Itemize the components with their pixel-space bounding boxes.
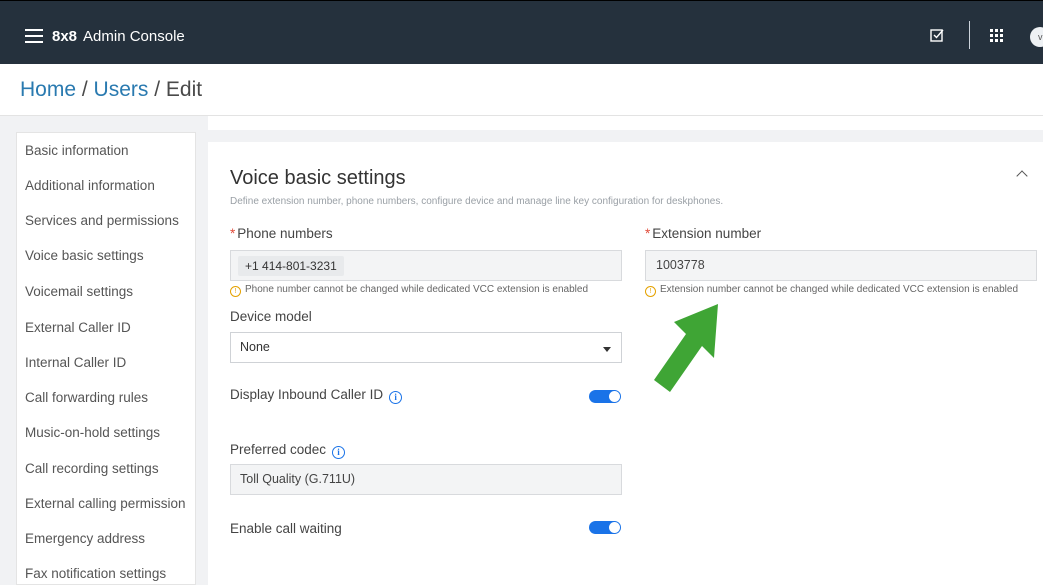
- top-bar: 8x8 Admin Console v: [0, 0, 1043, 64]
- sidebar-item-voice-basic-settings[interactable]: Voice basic settings: [25, 248, 144, 263]
- toggle-knob: [609, 391, 620, 402]
- warning-icon: !: [645, 286, 656, 297]
- phone-number-warning: ! Phone number cannot be changed while de…: [230, 284, 588, 297]
- breadcrumb-home[interactable]: Home: [20, 78, 76, 101]
- required-mark: *: [645, 226, 651, 241]
- breadcrumb-separator: /: [76, 78, 94, 101]
- sidebar-item-external-calling-permission[interactable]: External calling permission: [25, 496, 186, 511]
- sidebar-item-call-recording-settings[interactable]: Call recording settings: [25, 461, 159, 476]
- toggle-knob: [609, 522, 620, 533]
- display-inbound-caller-id-label: Display Inbound Caller ID i: [230, 387, 403, 404]
- extension-number-label: * Extension number: [645, 226, 761, 241]
- preferred-codec-label: Preferred codec i: [230, 442, 346, 459]
- extension-number-value: 1003778: [656, 258, 705, 272]
- warning-icon: !: [230, 286, 241, 297]
- dropdown-arrow-icon: [603, 347, 611, 352]
- section-title: Voice basic settings: [230, 167, 406, 189]
- brand-logo: 8x8: [52, 28, 78, 45]
- extension-number-field: 1003778: [645, 250, 1037, 281]
- avatar[interactable]: v: [1030, 27, 1043, 47]
- app-name: Admin Console: [83, 28, 185, 45]
- sidebar-item-music-on-hold-settings[interactable]: Music-on-hold settings: [25, 425, 160, 440]
- phone-number-chip: +1 414-801-3231: [238, 256, 344, 276]
- device-model-select[interactable]: None: [230, 332, 622, 363]
- display-inbound-caller-id-toggle[interactable]: [589, 390, 621, 403]
- checkbox-icon[interactable]: [929, 27, 945, 43]
- enable-call-waiting-toggle[interactable]: [589, 521, 621, 534]
- breadcrumb-users[interactable]: Users: [94, 78, 149, 101]
- info-icon[interactable]: i: [389, 391, 403, 404]
- sidebar-item-internal-caller-id[interactable]: Internal Caller ID: [25, 355, 126, 370]
- sidebar-item-external-caller-id[interactable]: External Caller ID: [25, 320, 131, 335]
- sidebar-item-basic-information[interactable]: Basic information: [25, 143, 129, 158]
- toolbar-divider: [969, 21, 970, 49]
- sidebar: Basic information Additional information…: [16, 132, 196, 585]
- required-mark: *: [230, 226, 236, 241]
- hamburger-icon[interactable]: [25, 29, 43, 43]
- device-model-value: None: [240, 340, 270, 354]
- extension-number-warning-text: Extension number cannot be changed while…: [660, 284, 1019, 295]
- extension-number-warning: ! Extension number cannot be changed whil…: [645, 284, 1018, 297]
- breadcrumb-separator: /: [148, 78, 166, 101]
- section-description: Define extension number, phone numbers, …: [230, 196, 724, 207]
- sidebar-item-call-forwarding-rules[interactable]: Call forwarding rules: [25, 390, 148, 405]
- phone-numbers-label: * Phone numbers: [230, 226, 333, 241]
- enable-call-waiting-label: Enable call waiting: [230, 521, 342, 536]
- display-inbound-caller-id-text: Display Inbound Caller ID: [230, 387, 384, 402]
- sidebar-item-services-and-permissions[interactable]: Services and permissions: [25, 213, 179, 228]
- sidebar-item-voicemail-settings[interactable]: Voicemail settings: [25, 284, 133, 299]
- previous-section-edge: [208, 116, 1043, 130]
- voice-basic-settings-card: [208, 142, 1043, 585]
- app-title[interactable]: 8x8 Admin Console: [52, 28, 185, 45]
- sidebar-item-additional-information[interactable]: Additional information: [25, 178, 155, 193]
- device-model-label: Device model: [230, 309, 312, 324]
- sidebar-item-fax-notification-settings[interactable]: Fax notification settings: [25, 566, 166, 581]
- phone-numbers-label-text: Phone numbers: [237, 226, 333, 241]
- phone-numbers-field: +1 414-801-3231: [230, 250, 622, 281]
- preferred-codec-value: Toll Quality (G.711U): [240, 472, 356, 486]
- grid-icon[interactable]: [988, 27, 1004, 43]
- breadcrumb: Home / Users / Edit: [20, 78, 202, 102]
- preferred-codec-text: Preferred codec: [230, 442, 327, 457]
- breadcrumb-current: Edit: [165, 78, 203, 101]
- extension-number-label-text: Extension number: [652, 226, 762, 241]
- info-icon[interactable]: i: [332, 446, 346, 459]
- sidebar-item-emergency-address[interactable]: Emergency address: [25, 531, 145, 546]
- preferred-codec-field: Toll Quality (G.711U): [230, 464, 622, 495]
- phone-number-warning-text: Phone number cannot be changed while ded…: [245, 284, 589, 295]
- green-arrow: [654, 304, 718, 392]
